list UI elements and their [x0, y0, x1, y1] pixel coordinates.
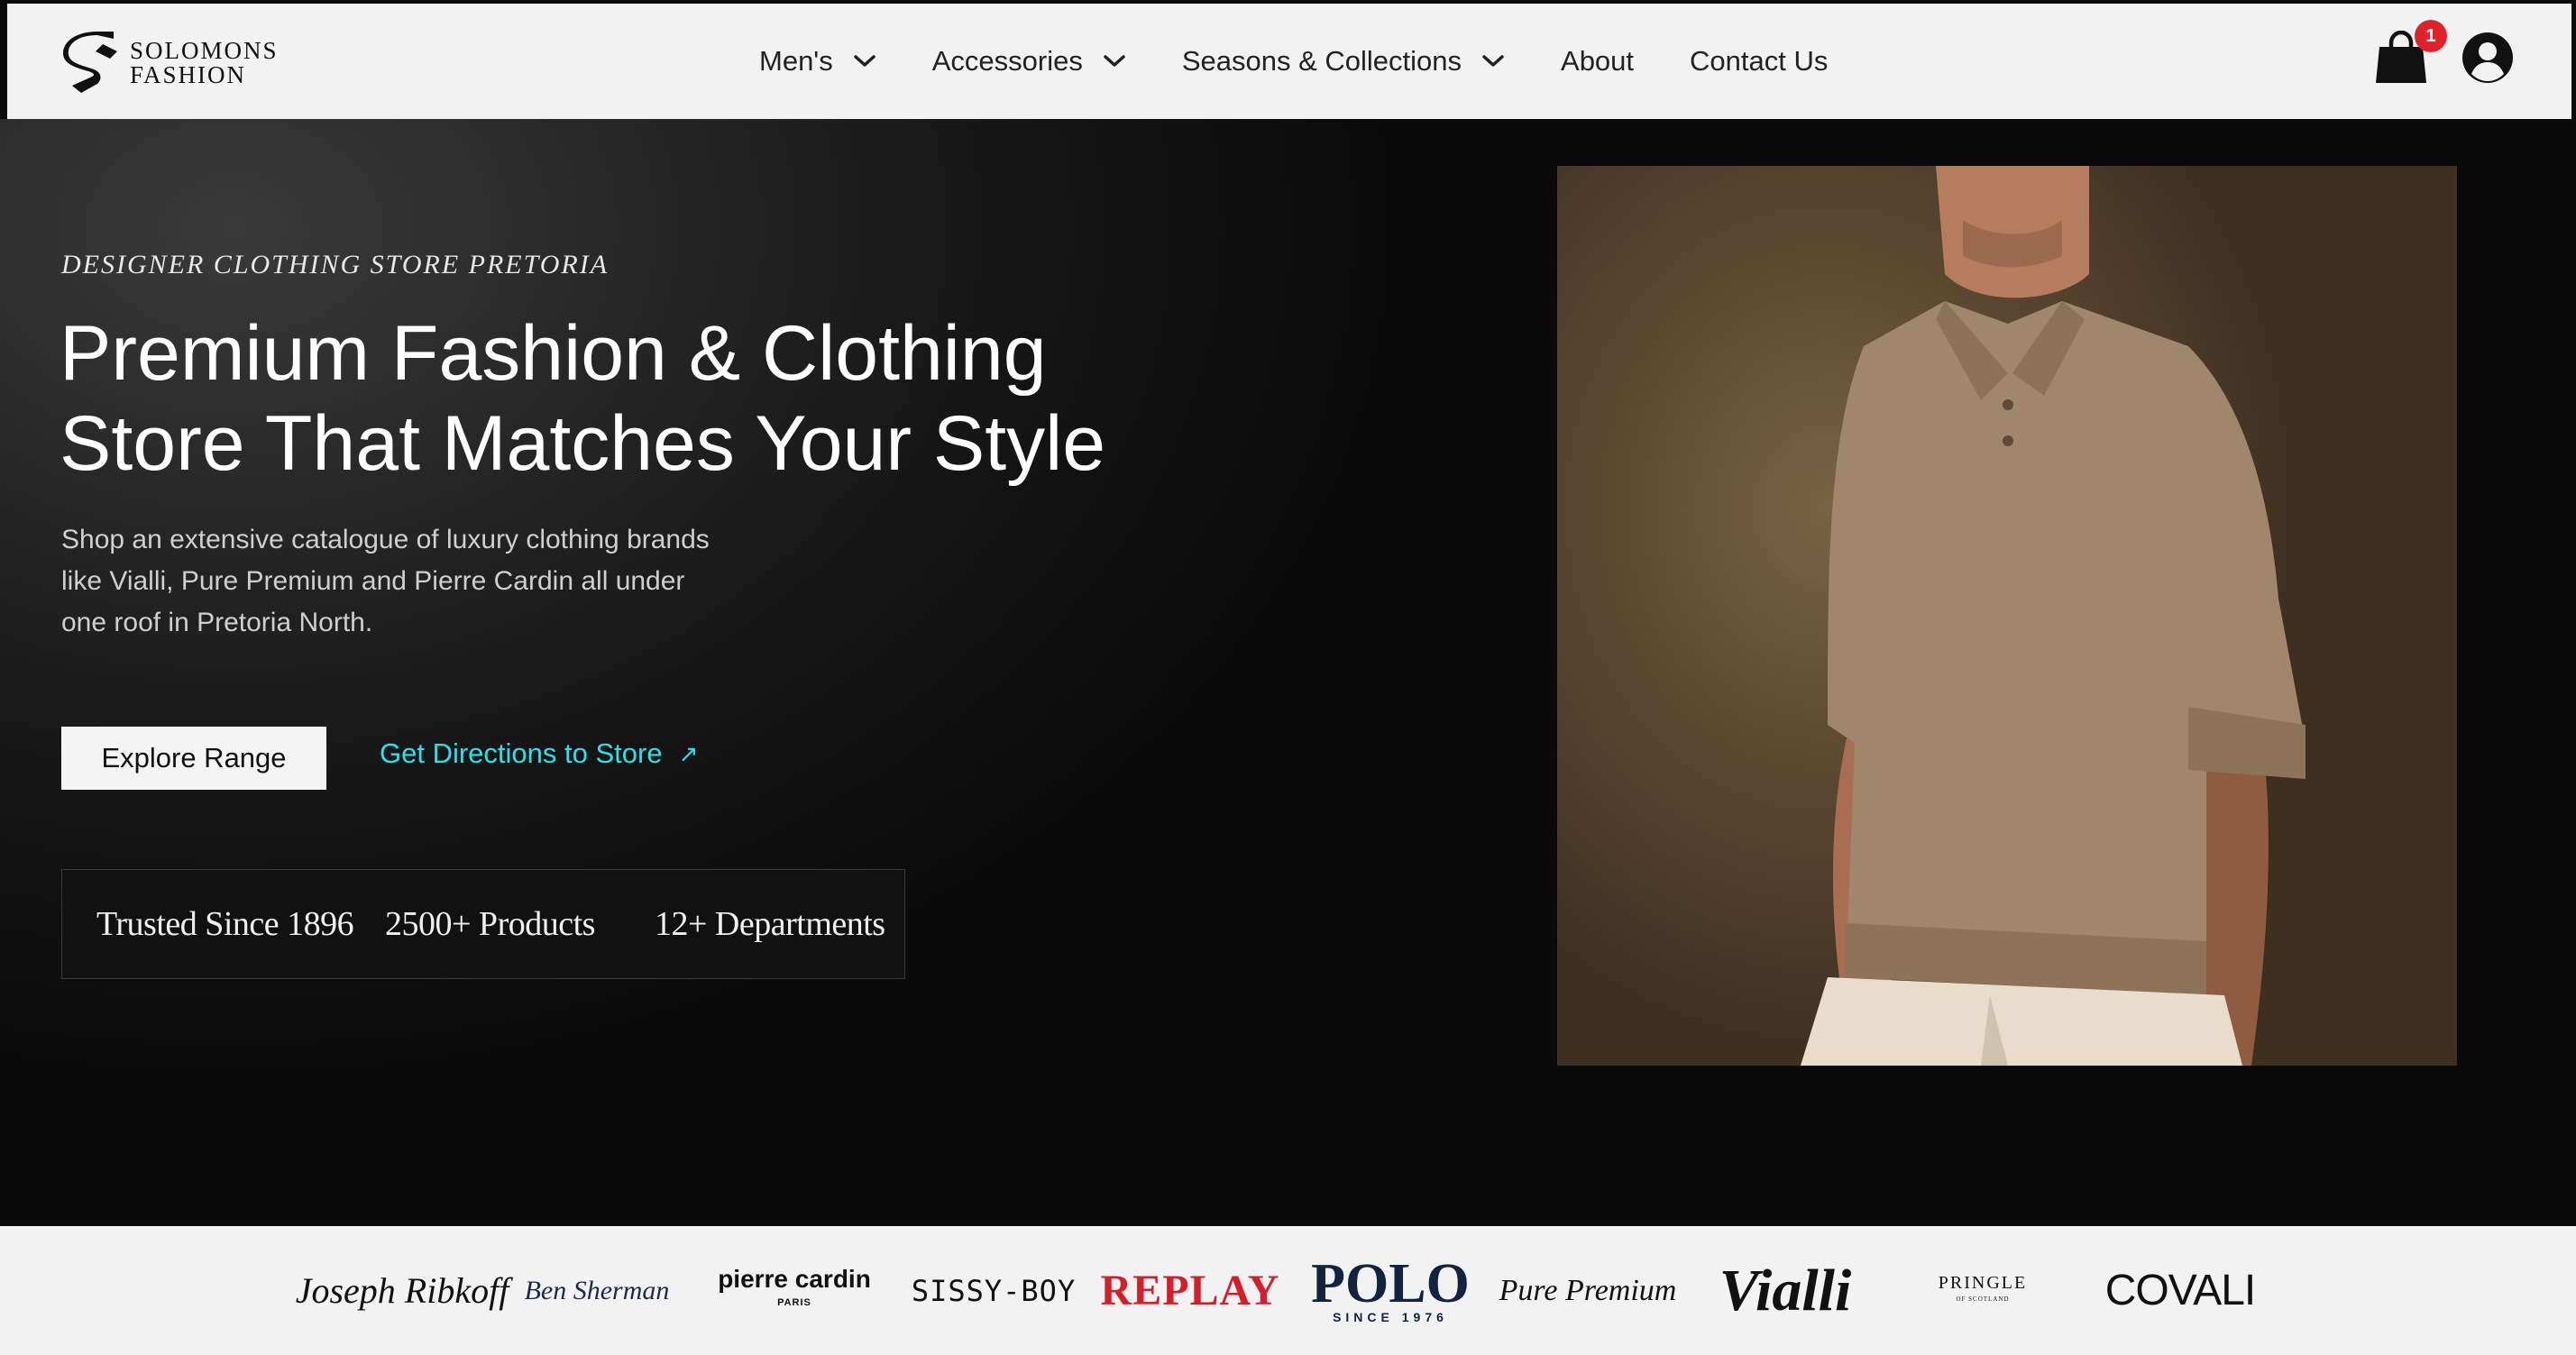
- brand-logo-joseph-ribkoff[interactable]: Joseph Ribkoff: [296, 1226, 509, 1355]
- brand-name: PRINGLE: [1938, 1272, 2028, 1293]
- nav-label: About: [1561, 45, 1635, 77]
- logo-line-2: FASHION: [130, 61, 247, 88]
- brand-sub: PARIS: [777, 1296, 811, 1308]
- stat-trusted: Trusted Since 1896: [96, 905, 354, 943]
- logo-s-icon: [63, 32, 117, 93]
- nav-item-contact-us[interactable]: Contact Us: [1690, 45, 1828, 78]
- account-icon: [2462, 32, 2513, 83]
- explore-range-button[interactable]: Explore Range: [61, 727, 326, 790]
- brand-logo-pure-premium[interactable]: Pure Premium: [1499, 1226, 1677, 1355]
- brand-name: POLO: [1311, 1252, 1470, 1314]
- nav-item-seasons-collections[interactable]: Seasons & Collections: [1182, 45, 1505, 78]
- hero-subtext: Shop an extensive catalogue of luxury cl…: [61, 519, 801, 644]
- nav-label: Men's: [759, 45, 833, 77]
- hero-model-photo: [1557, 166, 2457, 1066]
- brand-name: pierre cardin: [718, 1264, 871, 1293]
- get-directions-link[interactable]: Get Directions to Store ↗: [380, 737, 698, 770]
- hero-eyebrow: DESIGNER CLOTHING STORE PRETORIA: [61, 250, 610, 279]
- nav-item-mens[interactable]: Men's: [759, 45, 876, 78]
- brand-logo-covali[interactable]: COVALI: [2105, 1226, 2257, 1355]
- chevron-down-icon: [1104, 55, 1125, 67]
- brand-logo-ben-sherman[interactable]: Ben Sherman: [521, 1226, 673, 1355]
- logo-line-1: SOLOMONS: [130, 37, 279, 64]
- nav-item-about[interactable]: About: [1561, 45, 1634, 78]
- external-arrow-icon: ↗: [678, 739, 699, 767]
- directions-label: Get Directions to Store: [380, 737, 663, 769]
- cart-count-badge: 1: [2415, 20, 2447, 52]
- nav-label: Seasons & Collections: [1181, 45, 1462, 77]
- brand-logos-strip: Joseph Ribkoff Ben Sherman pierre cardin…: [0, 1226, 2576, 1355]
- brand-logo-pringle[interactable]: PRINGLE OF SCOTLAND: [1935, 1226, 2031, 1355]
- brand-logo-sissy-boy[interactable]: SISSY-BOY: [912, 1226, 1075, 1355]
- cart-button[interactable]: 1: [2375, 20, 2447, 85]
- brand-logo-vialli[interactable]: Vialli: [1710, 1226, 1861, 1355]
- nav-label: Contact Us: [1690, 45, 1829, 77]
- brand-logo-polo[interactable]: POLO SINCE 1976: [1311, 1226, 1470, 1355]
- account-button[interactable]: [2461, 32, 2514, 84]
- hero-headline: Premium Fashion & Clothing Store That Ma…: [60, 308, 1232, 489]
- chevron-down-icon: [853, 55, 875, 67]
- nav-label: Accessories: [931, 45, 1083, 77]
- stat-products: 2500+ Products: [385, 905, 595, 943]
- subtext-line-3: one roof in Pretoria North.: [61, 608, 373, 637]
- brand-sub: SINCE 1976: [1333, 1309, 1448, 1324]
- stats-panel: Trusted Since 1896 2500+ Products 12+ De…: [61, 869, 905, 979]
- subtext-line-2: like Vialli, Pure Premium and Pierre Car…: [61, 566, 685, 596]
- site-logo[interactable]: SOLOMONS FASHION: [61, 31, 279, 96]
- site-header: SOLOMONS FASHION Men's Accessories Seaso…: [7, 4, 2571, 120]
- nav-item-accessories[interactable]: Accessories: [932, 45, 1126, 78]
- main-nav: Men's Accessories Seasons & Collections …: [759, 4, 1884, 119]
- chevron-down-icon: [1482, 55, 1504, 67]
- brand-logo-pierre-cardin[interactable]: pierre cardin PARIS: [718, 1226, 871, 1355]
- subtext-line-1: Shop an extensive catalogue of luxury cl…: [61, 525, 710, 554]
- model-illustration: [1801, 166, 2306, 1066]
- brand-logo-replay[interactable]: REPLAY: [1101, 1226, 1279, 1355]
- logo-wordmark: SOLOMONS FASHION: [130, 39, 279, 87]
- stat-departments: 12+ Departments: [655, 905, 885, 943]
- hero-section: DESIGNER CLOTHING STORE PRETORIA Premium…: [0, 119, 2576, 1226]
- brand-sub: OF SCOTLAND: [1956, 1295, 2010, 1303]
- headline-line-2: Store That Matches Your Style: [60, 400, 1106, 487]
- headline-line-1: Premium Fashion & Clothing: [60, 310, 1047, 397]
- header-actions: 1: [2375, 20, 2514, 85]
